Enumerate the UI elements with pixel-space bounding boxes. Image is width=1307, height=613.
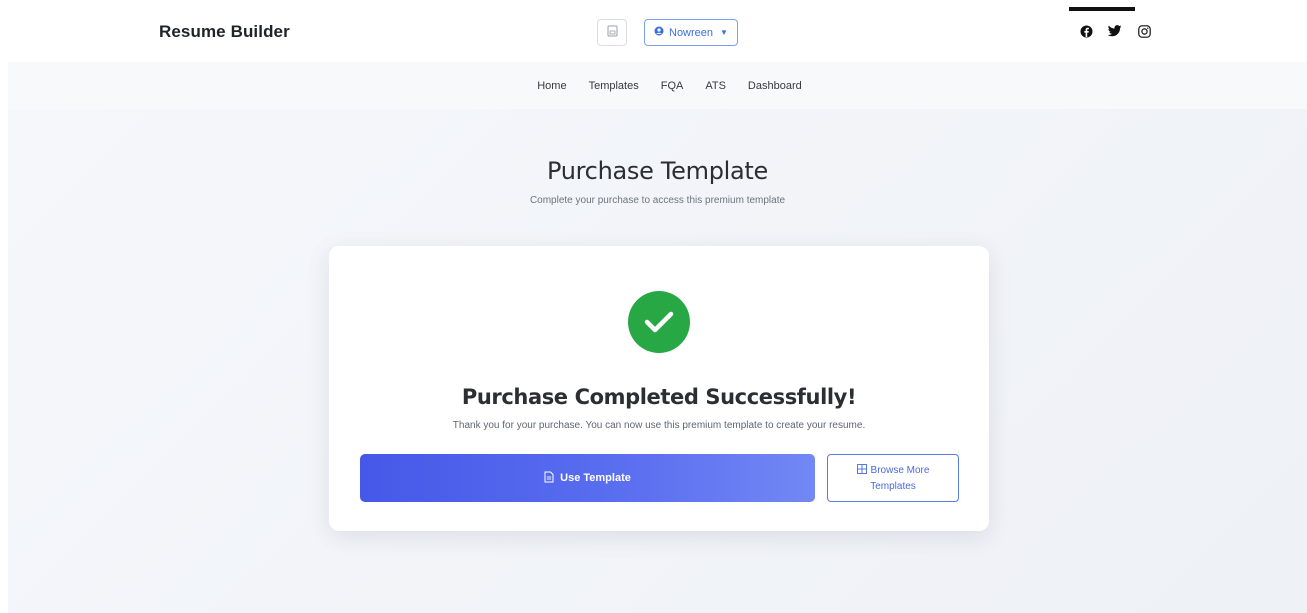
nav-item-ats[interactable]: ATS (705, 80, 726, 92)
user-circle-icon (654, 26, 664, 39)
browse-label-line1: Browse More (870, 464, 930, 476)
purchase-success-card: Purchase Completed Successfully! Thank y… (329, 246, 989, 531)
browse-label-line2: Templates (870, 480, 916, 492)
social-links (1079, 24, 1151, 38)
page-title: Purchase Template (546, 157, 769, 185)
grid-icon (856, 463, 867, 479)
save-icon (607, 25, 618, 40)
file-icon (544, 471, 554, 486)
nav-item-home[interactable]: Home (537, 80, 566, 92)
user-menu-button[interactable]: Nowreen ▼ (644, 19, 738, 46)
check-circle-icon (628, 291, 690, 353)
browse-content: Browse More Templates (856, 463, 930, 494)
page-subtitle: Complete your purchase to access this pr… (529, 195, 786, 206)
user-name: Nowreen (669, 26, 714, 39)
instagram-icon[interactable] (1137, 24, 1151, 38)
main-content: Purchase Template Complete your purchase… (8, 109, 1307, 613)
use-template-label: Use Template (560, 472, 631, 484)
top-header: Resume Builder Nowreen ▼ (0, 0, 1307, 62)
header-controls: Nowreen ▼ (597, 19, 738, 46)
success-message: Thank you for your purchase. You can now… (452, 420, 866, 431)
nav-item-templates[interactable]: Templates (589, 80, 639, 92)
main-nav: Home Templates FQA ATS Dashboard (8, 62, 1307, 109)
save-button[interactable] (597, 19, 627, 46)
success-title: Purchase Completed Successfully! (461, 385, 857, 409)
browse-more-templates-button[interactable]: Browse More Templates (827, 454, 959, 502)
nav-item-dashboard[interactable]: Dashboard (748, 80, 802, 92)
twitter-icon[interactable] (1108, 24, 1122, 38)
facebook-icon[interactable] (1079, 24, 1093, 38)
chevron-down-icon: ▼ (720, 28, 728, 37)
use-template-button[interactable]: Use Template (360, 454, 815, 502)
nav-item-fqa[interactable]: FQA (661, 80, 684, 92)
brand-logo[interactable]: Resume Builder (159, 22, 290, 42)
header-strip (1069, 7, 1135, 11)
